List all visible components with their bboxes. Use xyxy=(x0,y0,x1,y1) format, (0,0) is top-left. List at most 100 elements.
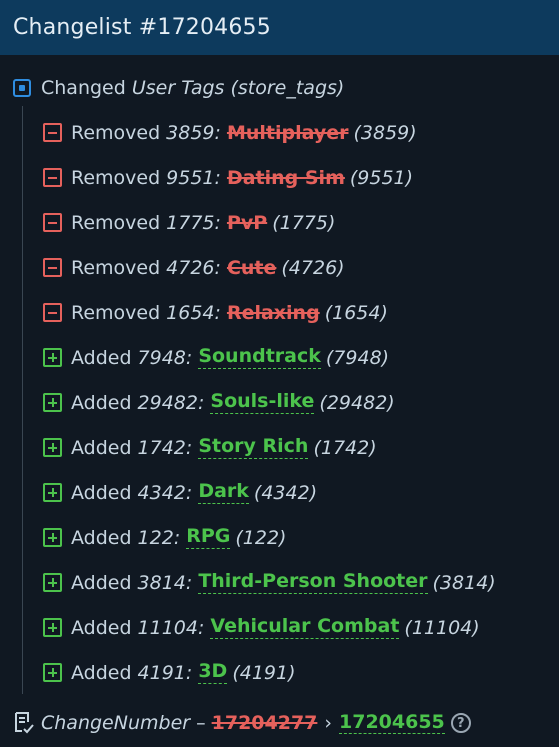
changed-prefix: Changed xyxy=(41,77,126,99)
change-verb: Added xyxy=(71,616,132,639)
removed-tag-row: Removed 3859: Multiplayer (3859) xyxy=(43,110,496,155)
minus-square-icon xyxy=(43,168,62,187)
tag-id: 3814 xyxy=(137,571,186,594)
added-tag-link[interactable]: 3D xyxy=(198,660,228,684)
tag-id-paren: (1742) xyxy=(313,436,377,459)
new-change-number-link[interactable]: 17204655 xyxy=(339,711,445,735)
tag-id-paren: (3859) xyxy=(353,121,417,144)
tag-id: 4726 xyxy=(166,256,215,279)
minus-square-icon xyxy=(43,258,62,277)
tag-id: 7948 xyxy=(137,346,186,369)
change-verb: Added xyxy=(71,481,132,504)
tag-id: 4191 xyxy=(137,661,186,684)
tag-id: 4342 xyxy=(137,481,186,504)
tag-id: 9551 xyxy=(166,166,215,189)
change-verb: Removed xyxy=(71,166,161,189)
colon: : xyxy=(185,436,193,459)
change-verb: Removed xyxy=(71,256,161,279)
removed-tag-row: Removed 1654: Relaxing (1654) xyxy=(43,290,496,335)
added-tag-link[interactable]: Dark xyxy=(198,480,249,504)
plus-square-icon xyxy=(43,663,62,682)
added-tag-link[interactable]: Third-Person Shooter xyxy=(198,570,428,594)
tag-id: 29482 xyxy=(137,391,198,414)
minus-square-icon xyxy=(43,303,62,322)
tag-id-paren: (11104) xyxy=(404,616,480,639)
change-verb: Added xyxy=(71,526,132,549)
plus-square-icon xyxy=(43,483,62,502)
added-tag-row: Added 4342: Dark (4342) xyxy=(43,470,496,515)
plus-square-icon xyxy=(43,348,62,367)
added-tag-row: Added 11104: Vehicular Combat (11104) xyxy=(43,605,496,650)
old-change-number: 17204277 xyxy=(211,712,318,734)
tag-id-paren: (1775) xyxy=(272,211,336,234)
colon: : xyxy=(198,391,205,414)
colon: : xyxy=(214,211,221,234)
plus-square-icon xyxy=(43,573,62,592)
change-list: Removed 3859: Multiplayer (3859) Removed 9551… xyxy=(43,110,496,695)
document-check-icon xyxy=(15,712,34,734)
tag-id-paren: (1654) xyxy=(324,301,388,324)
added-tag-row: Added 29482: Souls-like (29482) xyxy=(43,380,496,425)
plus-square-icon xyxy=(43,618,62,637)
tag-id-paren: (4191) xyxy=(232,661,296,684)
tag-id: 1775 xyxy=(166,211,215,234)
colon: : xyxy=(214,121,221,144)
changed-field-name: User Tags (store_tags) xyxy=(131,77,345,99)
minus-square-icon xyxy=(43,123,62,142)
colon: : xyxy=(214,256,221,279)
tag-id-paren: (7948) xyxy=(325,346,390,369)
dash-separator: – xyxy=(196,712,206,734)
change-verb: Added xyxy=(71,661,132,684)
question-circle-icon[interactable]: ? xyxy=(450,713,471,733)
tag-id: 1742 xyxy=(137,436,186,459)
removed-tag-row: Removed 1775: PvP (1775) xyxy=(43,200,496,245)
change-verb: Added xyxy=(71,391,132,414)
arrow-separator: › xyxy=(324,712,332,734)
plus-square-icon xyxy=(43,438,62,457)
tag-id-paren: (4726) xyxy=(281,256,345,279)
added-tag-link[interactable]: RPG xyxy=(186,525,231,549)
tag-id-paren: (3814) xyxy=(432,571,496,594)
tag-id: 11104 xyxy=(137,616,198,639)
colon: : xyxy=(173,526,181,549)
page-title: Changelist #17204655 xyxy=(13,15,271,40)
plus-square-icon xyxy=(43,393,62,412)
added-tag-row: Added 4191:3D (4191) xyxy=(43,650,496,695)
colon: : xyxy=(185,571,193,594)
changed-square-icon xyxy=(13,79,31,97)
change-verb: Added xyxy=(71,571,132,594)
added-tag-link[interactable]: Souls-like xyxy=(210,390,315,414)
tag-id-paren: (29482) xyxy=(319,391,395,414)
removed-tag-name: Multiplayer xyxy=(226,121,349,144)
tree-guide-line xyxy=(22,106,23,694)
removed-tag-name: PvP xyxy=(226,211,268,234)
colon: : xyxy=(214,301,221,324)
tag-id-paren: (9551) xyxy=(349,166,414,189)
tag-id: 1654 xyxy=(166,301,215,324)
colon: : xyxy=(185,481,193,504)
removed-tag-name: Relaxing xyxy=(226,301,320,324)
colon: : xyxy=(214,166,221,189)
added-tag-link[interactable]: Vehicular Combat xyxy=(210,615,400,639)
added-tag-row: Added 3814: Third-Person Shooter (3814) xyxy=(43,560,496,605)
change-verb: Added xyxy=(71,346,132,369)
tag-id: 3859 xyxy=(166,121,215,144)
changed-field-row: Changed User Tags (store_tags) xyxy=(13,74,344,102)
tag-id-paren: (122) xyxy=(235,526,287,549)
colon: : xyxy=(185,661,193,684)
added-tag-link[interactable]: Story Rich xyxy=(198,435,309,459)
colon: : xyxy=(185,346,193,369)
changelist-header: Changelist #17204655 xyxy=(0,0,559,55)
change-verb: Removed xyxy=(71,211,161,234)
added-tag-row: Added 122: RPG (122) xyxy=(43,515,496,560)
added-tag-row: Added 7948: Soundtrack (7948) xyxy=(43,335,496,380)
added-tag-link[interactable]: Soundtrack xyxy=(198,345,321,369)
change-number-row: ChangeNumber – 17204277 › 17204655 ? xyxy=(13,708,471,738)
change-verb: Removed xyxy=(71,301,161,324)
tag-id-paren: (4342) xyxy=(253,481,318,504)
tag-id: 122 xyxy=(137,526,174,549)
removed-tag-name: Cute xyxy=(226,256,277,279)
removed-tag-row: Removed 4726: Cute (4726) xyxy=(43,245,496,290)
removed-tag-name: Dating Sim xyxy=(226,166,345,189)
change-verb: Removed xyxy=(71,121,161,144)
